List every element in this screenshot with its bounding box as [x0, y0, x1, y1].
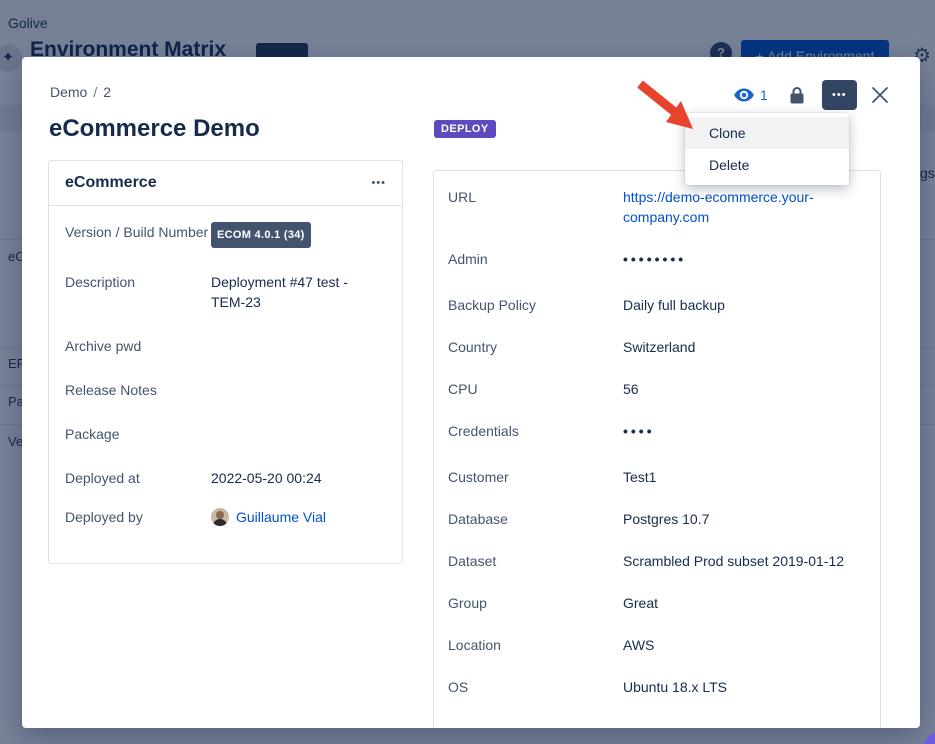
field-label: Location — [448, 635, 623, 655]
field-row-credentials: Credentials •••• — [448, 421, 880, 441]
deployment-card: eCommerce ••• Version / Build Number ECO… — [48, 160, 403, 564]
watchers-button[interactable]: 1 — [734, 87, 768, 103]
modal-header-actions: 1 ••• — [734, 77, 891, 113]
field-value: Deployment #47 test - TEM-23 — [211, 272, 361, 312]
menu-item-clone[interactable]: Clone — [685, 117, 849, 149]
field-label: Description — [65, 272, 211, 312]
field-row-os: OS Ubuntu 18.x LTS — [448, 677, 880, 697]
status-badge: DEPLOY — [434, 120, 496, 138]
field-label: Package — [65, 424, 211, 444]
field-value: 56 — [623, 379, 851, 399]
field-label: URL — [448, 187, 623, 227]
close-icon — [871, 86, 889, 104]
deployment-card-more-button[interactable]: ••• — [371, 177, 386, 189]
user-avatar — [211, 508, 229, 526]
field-value-masked: •••• — [623, 421, 851, 441]
field-label: Deployed by — [65, 507, 211, 527]
field-value: Ubuntu 18.x LTS — [623, 677, 851, 697]
field-row-package: Package — [65, 424, 386, 444]
deployment-card-title: eCommerce — [65, 174, 157, 192]
breadcrumb: Demo / 2 — [50, 84, 111, 100]
field-row-archive-pwd: Archive pwd — [65, 336, 386, 356]
watchers-count: 1 — [760, 87, 768, 103]
field-value: Scrambled Prod subset 2019-01-12 — [623, 551, 845, 571]
field-row-release-notes: Release Notes — [65, 380, 386, 400]
field-label: Dataset — [448, 551, 623, 571]
more-actions-menu: Clone Delete — [685, 113, 849, 185]
deployment-card-body: Version / Build Number ECOM 4.0.1 (34) D… — [49, 206, 402, 527]
field-row-location: Location AWS — [448, 635, 880, 655]
breadcrumb-separator: / — [93, 84, 97, 100]
version-badge: ECOM 4.0.1 (34) — [211, 222, 311, 248]
field-value: Test1 — [623, 467, 851, 487]
field-row-country: Country Switzerland — [448, 337, 880, 357]
deployed-by-user-link[interactable]: Guillaume Vial — [236, 507, 326, 527]
field-value: AWS — [623, 635, 851, 655]
field-label: OS — [448, 677, 623, 697]
field-label: Group — [448, 593, 623, 613]
breadcrumb-item[interactable]: 2 — [103, 84, 111, 100]
close-button[interactable] — [869, 84, 891, 106]
field-value — [211, 380, 371, 400]
field-row-version: Version / Build Number ECOM 4.0.1 (34) — [65, 222, 386, 248]
field-value: Postgres 10.7 — [623, 509, 851, 529]
field-row-url: URL https://demo-ecommerce.your-company.… — [448, 187, 880, 227]
field-label: Admin — [448, 249, 623, 269]
field-value — [211, 336, 371, 356]
field-row-backup-policy: Backup Policy Daily full backup — [448, 295, 880, 315]
field-row-dataset: Dataset Scrambled Prod subset 2019-01-12 — [448, 551, 880, 571]
lock-button[interactable] — [790, 87, 804, 104]
field-row-group: Group Great — [448, 593, 880, 613]
breadcrumb-category[interactable]: Demo — [50, 84, 87, 100]
field-label: Customer — [448, 467, 623, 487]
field-value: 2022-05-20 00:24 — [211, 468, 371, 488]
field-row-description: Description Deployment #47 test - TEM-23 — [65, 272, 386, 312]
field-label: Backup Policy — [448, 295, 623, 315]
field-value — [211, 424, 371, 444]
field-value: Switzerland — [623, 337, 851, 357]
field-label: Release Notes — [65, 380, 211, 400]
deployment-card-header: eCommerce ••• — [49, 161, 402, 206]
field-value: Great — [623, 593, 851, 613]
field-row-cpu: CPU 56 — [448, 379, 880, 399]
environment-title: eCommerce Demo — [49, 115, 260, 143]
field-value-masked: •••••••• — [623, 249, 851, 269]
field-row-customer: Customer Test1 — [448, 467, 880, 487]
field-row-database: Database Postgres 10.7 — [448, 509, 880, 529]
field-row-deployed-at: Deployed at 2022-05-20 00:24 — [65, 468, 386, 488]
field-row-admin: Admin •••••••• — [448, 249, 880, 269]
field-label: Archive pwd — [65, 336, 211, 356]
field-row-deployed-by: Deployed by Guillaume Vial — [65, 507, 386, 527]
field-label: Deployed at — [65, 468, 211, 488]
field-label: Country — [448, 337, 623, 357]
eye-icon — [734, 88, 754, 102]
attributes-card: URL https://demo-ecommerce.your-company.… — [433, 170, 881, 728]
lock-icon — [790, 87, 804, 104]
field-label: Credentials — [448, 421, 623, 441]
menu-item-delete[interactable]: Delete — [685, 149, 849, 181]
field-value: Daily full backup — [623, 295, 851, 315]
environment-url-link[interactable]: https://demo-ecommerce.your-company.com — [623, 189, 814, 225]
more-actions-button[interactable]: ••• — [822, 80, 857, 110]
field-label: Database — [448, 509, 623, 529]
field-label: CPU — [448, 379, 623, 399]
field-label: Version / Build Number — [65, 222, 211, 248]
